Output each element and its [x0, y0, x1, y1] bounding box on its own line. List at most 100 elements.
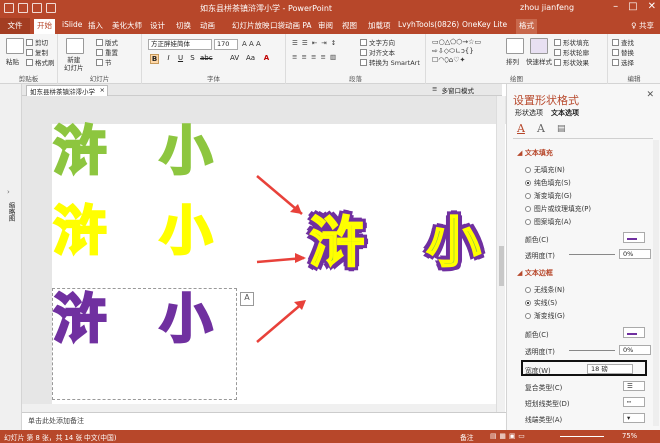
font-size-box[interactable]: 170 — [214, 39, 238, 50]
share-button[interactable]: ♀ 共享 — [631, 20, 654, 31]
replace-button[interactable]: 替换 — [612, 47, 634, 57]
close-button[interactable]: ✕ — [648, 1, 656, 12]
align-text-button[interactable]: 对齐文本 — [360, 47, 395, 57]
layout-button[interactable]: 版式 — [96, 37, 118, 47]
fill-transparency-input[interactable]: 0% — [619, 249, 651, 259]
multi-window-button[interactable]: 多窗口模式 — [441, 85, 474, 95]
tab-text-options[interactable]: 文本选项 — [551, 108, 579, 118]
minimize-button[interactable]: – — [613, 1, 618, 12]
radio-gradient-fill[interactable]: 渐变填充(G) — [525, 190, 572, 200]
tab-home[interactable]: 开始 — [34, 19, 55, 34]
save-icon[interactable] — [4, 3, 14, 13]
new-slide-icon[interactable] — [66, 38, 84, 54]
tab-onekey[interactable]: OneKey Lite — [462, 20, 507, 29]
new-slide-label[interactable]: 新建 幻灯片 — [64, 56, 84, 72]
expand-thumbnails-icon[interactable]: › — [7, 188, 10, 196]
tab-animations[interactable]: 动画 — [200, 20, 215, 31]
dash-type-dropdown[interactable]: ┅ — [623, 397, 645, 407]
customize-icon[interactable] — [46, 3, 56, 13]
tab-slideshow[interactable]: 幻灯片放映 — [232, 20, 270, 31]
cap-type-dropdown[interactable]: ▾ — [623, 413, 645, 423]
radio-picture-fill[interactable]: 图片或纹理填充(P) — [525, 203, 591, 213]
smartart-button[interactable]: 转换为 SmartArt — [360, 57, 420, 67]
arrange-icon[interactable] — [506, 38, 524, 54]
select-button[interactable]: 选择 — [612, 57, 634, 67]
shape-effects-button[interactable]: 形状效果 — [554, 57, 589, 67]
tab-review[interactable]: 审阅 — [318, 20, 333, 31]
bold-button[interactable]: B — [150, 54, 159, 64]
arrange-label[interactable]: 排列 — [506, 56, 519, 66]
underline-button[interactable]: U — [176, 54, 185, 62]
shapes-gallery[interactable]: ▭○△⬠⬡→☆▭ ⇨⇩◇⬭∟ↄ{} ☐◠⬯⌂♡✦ — [432, 38, 494, 65]
radio-no-line[interactable]: 无线条(N) — [525, 284, 565, 294]
tab-transitions[interactable]: 切换 — [176, 20, 191, 31]
shape-outline-button[interactable]: 形状轮廓 — [554, 47, 589, 57]
reset-button[interactable]: 重置 — [96, 47, 118, 57]
cut-button[interactable]: 剪切 — [26, 37, 48, 47]
language[interactable]: 中文(中国) — [84, 432, 117, 442]
pane-scrollbar[interactable] — [653, 140, 659, 426]
strikethrough-button[interactable]: abc — [200, 54, 213, 62]
find-button[interactable]: 查找 — [612, 37, 634, 47]
textbox-icon[interactable]: ▤ — [557, 124, 566, 134]
menu-icon[interactable]: ≡ — [432, 85, 437, 95]
tab-format[interactable]: 格式 — [516, 19, 537, 34]
format-painter-button[interactable]: 格式刷 — [26, 57, 55, 67]
quick-styles-icon[interactable] — [530, 38, 548, 54]
document-tab[interactable]: 如东县栟茶镇浒澪小学 × — [26, 85, 108, 96]
radio-no-fill[interactable]: 无填充(N) — [525, 164, 565, 174]
view-buttons-icon[interactable]: ▤▦▣▭ — [490, 432, 528, 440]
tab-view[interactable]: 视图 — [342, 20, 357, 31]
compound-type-dropdown[interactable]: ☰ — [623, 381, 645, 391]
radio-solid-line[interactable]: 实线(S) — [525, 297, 557, 307]
fill-transparency-slider[interactable] — [569, 254, 615, 255]
tab-insert[interactable]: 插入 — [88, 20, 103, 31]
close-tab-icon[interactable]: × — [100, 86, 105, 94]
font-name-box[interactable]: 方正胖娃简体 — [148, 39, 212, 50]
text-effects-icon[interactable]: A — [537, 122, 545, 135]
italic-button[interactable]: I — [164, 54, 173, 62]
notes-button[interactable]: 备注 — [460, 432, 474, 442]
text-direction-button[interactable]: 文字方向 — [360, 37, 395, 47]
notes-placeholder[interactable]: 单击此处添加备注 — [22, 412, 506, 430]
outline-transparency-slider[interactable] — [569, 350, 615, 351]
shadow-button[interactable]: S — [188, 54, 197, 62]
tab-lvyhtools[interactable]: LvyhTools(0826) — [398, 20, 459, 29]
maximize-button[interactable]: □ — [628, 1, 637, 12]
copy-button[interactable]: 复制 — [26, 47, 48, 57]
quick-styles-label[interactable]: 快速样式 — [526, 56, 552, 66]
grow-shrink-font-icon[interactable]: A A A — [242, 40, 261, 48]
text-fill-header[interactable]: ◢ 文本填充 — [517, 148, 553, 158]
tab-islide[interactable]: iSlide — [62, 20, 82, 29]
zoom-slider[interactable] — [560, 436, 604, 437]
paste-label[interactable]: 粘贴 — [6, 56, 19, 66]
text-fill-outline-icon[interactable]: A — [517, 122, 525, 135]
tab-pocket-animation[interactable]: 口袋动画 PA — [270, 20, 312, 31]
text-outline-header[interactable]: ◢ 文本边框 — [517, 268, 553, 278]
thumbnail-label[interactable]: 缩略图 — [6, 202, 16, 222]
tab-file[interactable]: 文件 — [0, 18, 30, 34]
paste-icon[interactable] — [6, 38, 24, 54]
section-button[interactable]: 节 — [96, 57, 112, 67]
fill-color-button[interactable] — [623, 232, 645, 243]
outline-color-button[interactable] — [623, 327, 645, 338]
radio-solid-fill[interactable]: 纯色填充(S) — [525, 177, 571, 187]
close-pane-icon[interactable]: ✕ — [646, 90, 654, 100]
width-input[interactable]: 18 磅 — [587, 364, 633, 374]
undo-icon[interactable] — [18, 3, 28, 13]
horizontal-scrollbar[interactable] — [22, 404, 496, 412]
vertical-scrollbar[interactable] — [496, 96, 505, 414]
tab-meihua[interactable]: 美化大师 — [112, 20, 142, 31]
scroll-thumb[interactable] — [499, 246, 504, 286]
radio-gradient-line[interactable]: 渐变线(G) — [525, 310, 565, 320]
radio-pattern-fill[interactable]: 图案填充(A) — [525, 216, 571, 226]
font-color-button[interactable]: A — [262, 54, 271, 62]
tab-addins[interactable]: 加载项 — [368, 20, 391, 31]
zoom-level[interactable]: 75% — [622, 432, 637, 440]
spacing-button[interactable]: AV — [230, 54, 239, 62]
user-name[interactable]: zhou jianfeng — [520, 3, 574, 12]
tab-shape-options[interactable]: 形状选项 — [515, 108, 543, 118]
change-case-button[interactable]: Aa — [246, 54, 255, 62]
shape-fill-button[interactable]: 形状填充 — [554, 37, 589, 47]
slide[interactable]: 浒 小 浒 小 浒 小 浒 小 A — [52, 124, 524, 422]
